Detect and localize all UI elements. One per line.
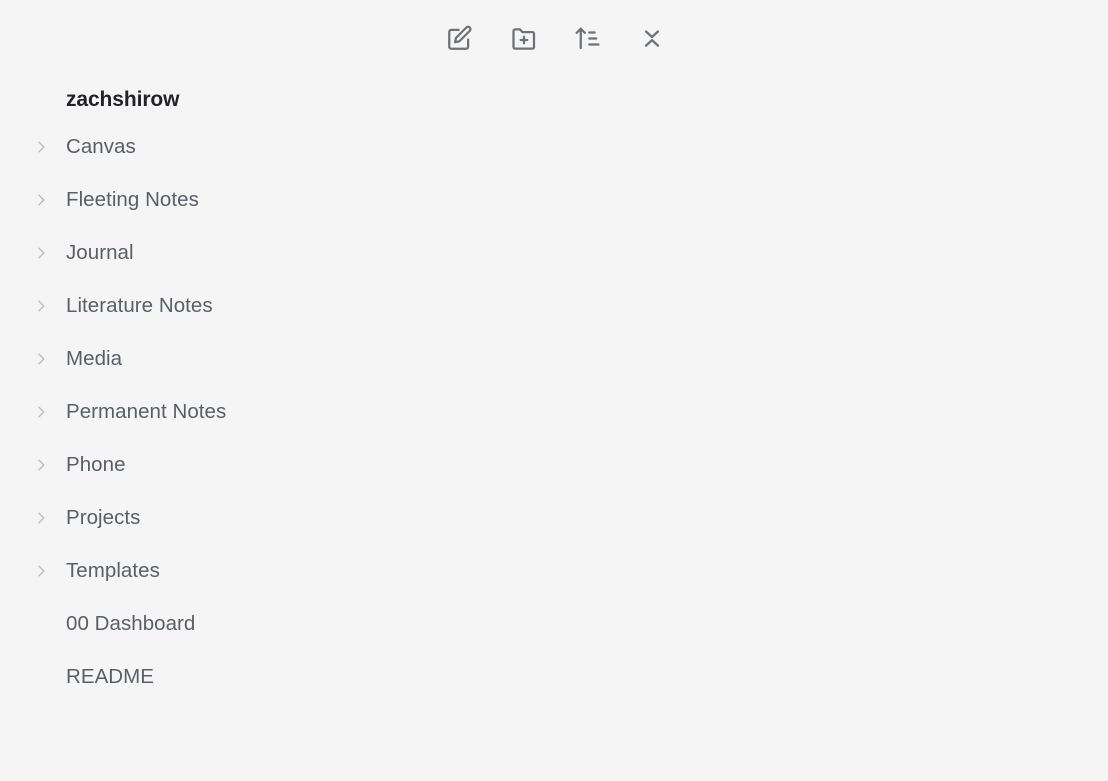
tree-item-label: Projects xyxy=(66,505,141,529)
tree-item-media[interactable]: Media xyxy=(0,332,1108,385)
tree-item-label: Fleeting Notes xyxy=(66,187,199,211)
folder-tree: zachshirow Canvas Fleeting Notes Journal… xyxy=(0,76,1108,781)
chevron-right-icon xyxy=(30,669,66,685)
chevron-right-icon[interactable] xyxy=(30,404,66,420)
tree-item-label: README xyxy=(66,664,155,688)
tree-item-permanent-notes[interactable]: Permanent Notes xyxy=(0,385,1108,438)
file-explorer-panel: zachshirow Canvas Fleeting Notes Journal… xyxy=(0,0,1108,781)
tree-item-label: Permanent Notes xyxy=(66,399,227,423)
tree-item-label: Literature Notes xyxy=(66,293,213,317)
sort-order-icon xyxy=(573,23,603,53)
chevron-right-icon[interactable] xyxy=(30,563,66,579)
tree-item-label: Phone xyxy=(66,452,126,476)
collapse-all-button[interactable] xyxy=(628,14,676,62)
sort-order-button[interactable] xyxy=(564,14,612,62)
chevron-right-icon xyxy=(30,616,66,632)
chevron-right-icon[interactable] xyxy=(30,510,66,526)
tree-item-phone[interactable]: Phone xyxy=(0,438,1108,491)
tree-item-label: Templates xyxy=(66,558,160,582)
tree-item-00-dashboard[interactable]: 00 Dashboard xyxy=(0,597,1108,650)
new-folder-icon xyxy=(509,23,539,53)
tree-item-templates[interactable]: Templates xyxy=(0,544,1108,597)
chevron-right-icon[interactable] xyxy=(30,298,66,314)
tree-item-projects[interactable]: Projects xyxy=(0,491,1108,544)
tree-item-label: Media xyxy=(66,346,123,370)
new-note-icon xyxy=(445,23,475,53)
chevron-right-icon[interactable] xyxy=(30,192,66,208)
tree-item-label: 00 Dashboard xyxy=(66,611,196,635)
chevron-right-icon[interactable] xyxy=(30,139,66,155)
tree-item-label: Journal xyxy=(66,240,134,264)
tree-item-fleeting-notes[interactable]: Fleeting Notes xyxy=(0,173,1108,226)
file-explorer-toolbar xyxy=(0,0,1108,76)
tree-item-journal[interactable]: Journal xyxy=(0,226,1108,279)
tree-item-canvas[interactable]: Canvas xyxy=(0,120,1108,173)
tree-item-readme[interactable]: README xyxy=(0,650,1108,703)
chevron-right-icon[interactable] xyxy=(30,351,66,367)
new-folder-button[interactable] xyxy=(500,14,548,62)
new-note-button[interactable] xyxy=(436,14,484,62)
chevron-right-icon[interactable] xyxy=(30,457,66,473)
vault-name: zachshirow xyxy=(66,88,180,111)
chevron-right-icon[interactable] xyxy=(30,245,66,261)
tree-item-label: Canvas xyxy=(66,134,136,158)
tree-item-literature-notes[interactable]: Literature Notes xyxy=(0,279,1108,332)
collapse-all-icon xyxy=(637,23,667,53)
